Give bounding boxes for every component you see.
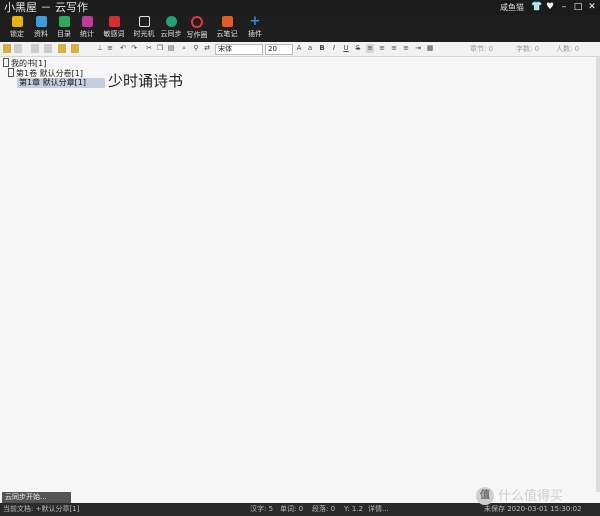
shrink-font-icon[interactable]: a xyxy=(306,44,314,53)
watermark: 值 什么值得买 xyxy=(476,487,600,509)
main-ribbon: 锁定 资料 目录 统计 敏感词 时光机 云同步 写作圈 云笔记 + 插件 xyxy=(0,15,600,42)
statistics-icon xyxy=(81,16,93,27)
align-left-icon[interactable]: ≡ xyxy=(366,44,374,53)
word-count: 字数: 0 xyxy=(516,45,540,53)
username[interactable]: 咸鱼猫 xyxy=(500,0,524,15)
sensitive-words-icon xyxy=(108,16,120,27)
format-toolbar: ⊥ ≡ ↶ ↷ ✂ ❐ ▤ ⌕ ⚲ ⇄ 宋体 20 A a B I U S ≡ … xyxy=(0,42,600,57)
heart-icon[interactable]: ♥ xyxy=(545,2,555,12)
strikethrough-icon[interactable]: S xyxy=(354,44,362,53)
close-button[interactable]: ✕ xyxy=(587,2,597,12)
redo-icon[interactable]: ↷ xyxy=(130,44,138,53)
sync-message: 云同步开始... xyxy=(2,492,71,503)
minimize-button[interactable]: – xyxy=(559,2,569,12)
watermark-logo-icon: 值 xyxy=(476,487,494,505)
details-link[interactable]: 详情... xyxy=(368,503,389,516)
paragraph-count: 段落: 0 xyxy=(312,505,336,513)
underline-icon[interactable]: U xyxy=(342,44,350,53)
tree-chapter-selected[interactable]: 第1章 默认分章[1] xyxy=(17,78,105,88)
book-icon xyxy=(3,58,9,67)
menu-icon[interactable]: ≡ xyxy=(106,44,114,53)
current-document: 当前文档: +默认分章[1] xyxy=(3,505,80,513)
people-count: 人数: 0 xyxy=(556,45,580,53)
cloud-note-button[interactable]: 云笔记 xyxy=(212,15,242,42)
writing-circle-button[interactable]: 写作圈 xyxy=(182,15,212,42)
undo-icon[interactable]: ↶ xyxy=(119,44,127,53)
search-icon[interactable]: ⚲ xyxy=(192,44,200,53)
writing-circle-icon xyxy=(191,16,203,28)
font-family-select[interactable]: 宋体 xyxy=(215,44,263,55)
align-center-icon[interactable]: ≡ xyxy=(378,44,386,53)
time-machine-button[interactable]: 时光机 xyxy=(129,15,159,42)
export-icon[interactable] xyxy=(71,44,79,53)
new-chapter-icon[interactable] xyxy=(44,44,52,53)
cloud-sync-icon xyxy=(165,16,177,27)
word-count-status: 单词: 0 xyxy=(280,505,304,513)
editor-title[interactable]: 少时诵诗书 xyxy=(108,71,183,91)
vertical-scrollbar[interactable] xyxy=(596,57,600,492)
cursor-position: Y: 1.2 xyxy=(344,505,364,513)
justify-icon[interactable]: ≡ xyxy=(402,44,410,53)
cloud-note-icon xyxy=(221,16,233,27)
copy-icon[interactable]: ❐ xyxy=(156,44,164,53)
time-machine-icon xyxy=(138,16,150,27)
hanzi-count: 汉字: 5 xyxy=(250,505,274,513)
new-book-icon[interactable] xyxy=(3,44,11,53)
find-icon[interactable]: ⌕ xyxy=(180,44,188,53)
statistics-button[interactable]: 统计 xyxy=(72,15,102,42)
new-volume-icon[interactable] xyxy=(31,44,39,53)
open-icon[interactable] xyxy=(14,44,22,53)
bold-icon[interactable]: B xyxy=(318,44,326,53)
replace-icon[interactable]: ⇄ xyxy=(203,44,211,53)
grow-font-icon[interactable]: A xyxy=(295,44,303,53)
italic-icon[interactable]: I xyxy=(330,44,338,53)
document-icon xyxy=(35,16,47,27)
watermark-text: 什么值得买 xyxy=(498,489,564,504)
window-title: 小黑屋 － 云写作 xyxy=(4,1,88,14)
plus-icon: + xyxy=(249,14,261,29)
folder-icon[interactable] xyxy=(58,44,66,53)
volume-icon xyxy=(8,68,14,77)
chapter-count: 章节: 0 xyxy=(470,45,494,53)
indent-icon[interactable]: ⇥ xyxy=(414,44,422,53)
paste-icon[interactable]: ▤ xyxy=(167,44,175,53)
font-size-select[interactable]: 20 xyxy=(265,44,293,55)
align-right-icon[interactable]: ≡ xyxy=(390,44,398,53)
title-bar: 小黑屋 － 云写作 咸鱼猫 👕 ♥ – □ ✕ xyxy=(0,0,600,15)
catalog-icon xyxy=(58,16,70,27)
sensitive-words-button[interactable]: 敏感词 xyxy=(99,15,129,42)
maximize-button[interactable]: □ xyxy=(573,2,583,12)
cut-icon[interactable]: ✂ xyxy=(145,44,153,53)
layout-icon[interactable]: ▦ xyxy=(426,44,434,53)
lock-icon xyxy=(11,16,23,27)
plugins-button[interactable]: + 插件 xyxy=(240,15,270,42)
pin-icon[interactable]: ⊥ xyxy=(96,44,104,53)
workspace: 我的书[1] 第1卷 默认分卷[1] 第1章 默认分章[1] 少时诵诗书 xyxy=(0,57,596,492)
skin-icon[interactable]: 👕 xyxy=(531,2,542,12)
